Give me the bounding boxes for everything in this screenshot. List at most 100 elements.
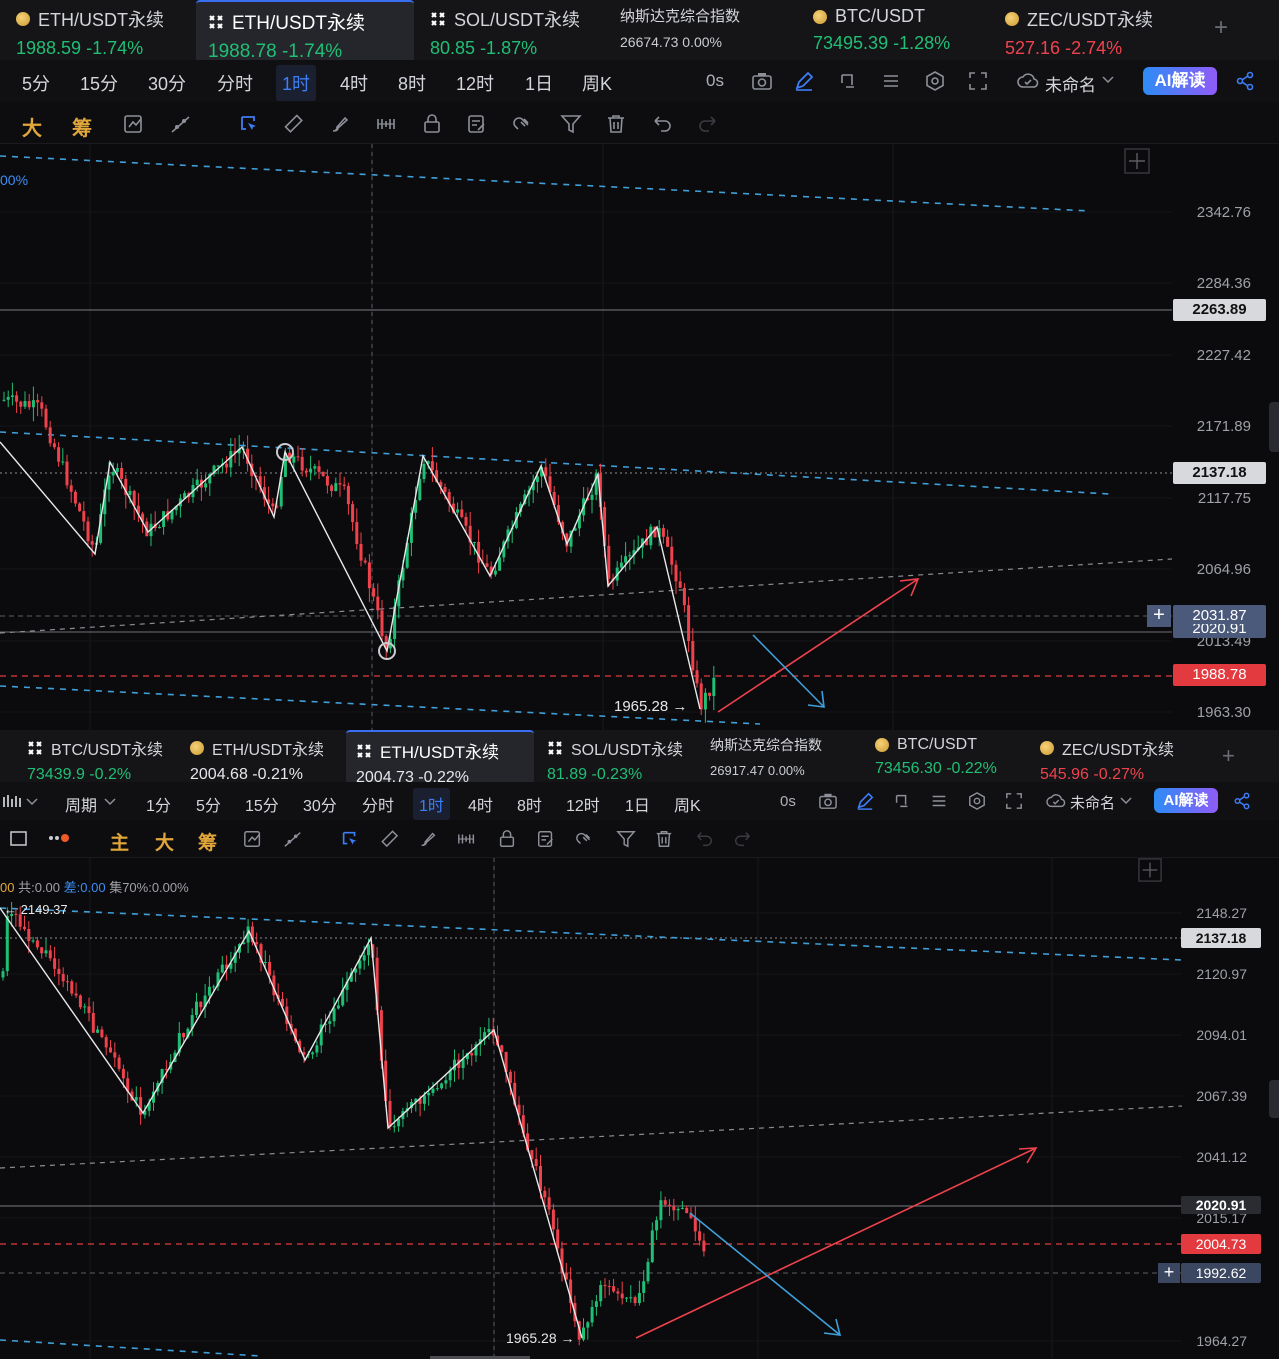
brush-icon[interactable] bbox=[329, 113, 351, 135]
gear-icon[interactable] bbox=[968, 792, 986, 810]
gear-icon[interactable] bbox=[925, 71, 945, 91]
timeframe-4h[interactable]: 4时 bbox=[340, 70, 368, 96]
side-panel-handle[interactable] bbox=[1269, 1080, 1279, 1118]
symbol-tab[interactable]: ETH/USDT永续 1988.59 -1.74% bbox=[16, 0, 191, 60]
list-settings-icon[interactable] bbox=[881, 71, 901, 91]
ruler-icon[interactable] bbox=[283, 113, 305, 135]
symbol-tab[interactable]: ZEC/USDT永续 527.16 -2.74% bbox=[1005, 0, 1185, 60]
ai-analysis-button[interactable]: AI解读 bbox=[1143, 67, 1217, 95]
symbol-tab-active[interactable]: ETH/USDT永续 2004.73 -0.22% bbox=[346, 730, 534, 786]
symbol-tab-active[interactable]: ETH/USDT永续 1988.78 -1.74% bbox=[196, 0, 414, 62]
list-settings-icon[interactable] bbox=[930, 792, 948, 810]
symbol-tab[interactable]: BTC/USDT 73456.30 -0.22% bbox=[875, 730, 1025, 782]
dots-more-icon[interactable] bbox=[48, 832, 72, 844]
pattern-icon[interactable] bbox=[456, 829, 478, 849]
undo-icon[interactable] bbox=[651, 113, 673, 135]
cloud-check-icon[interactable] bbox=[1017, 71, 1039, 91]
cursor-select-icon[interactable] bbox=[340, 829, 360, 849]
cursor-select-icon[interactable] bbox=[238, 113, 260, 135]
note-edit-icon[interactable] bbox=[466, 113, 488, 135]
edit-pen-icon[interactable] bbox=[794, 71, 814, 91]
trash-icon[interactable] bbox=[605, 113, 627, 135]
chevron-down-icon[interactable] bbox=[1102, 75, 1114, 85]
indicator-edit-icon[interactable] bbox=[122, 113, 146, 135]
symbol-tab[interactable]: 纳斯达克综合指数 26674.73 0.00% bbox=[620, 0, 800, 60]
timeframe-intraday[interactable]: 分时 bbox=[217, 70, 253, 96]
ruler-icon[interactable] bbox=[380, 829, 400, 849]
edit-pen-icon[interactable] bbox=[856, 792, 874, 810]
timeframe-intraday[interactable]: 分时 bbox=[362, 792, 394, 816]
filter-icon[interactable] bbox=[616, 829, 636, 849]
chart-type-icon[interactable] bbox=[2, 793, 22, 809]
share-icon[interactable] bbox=[1235, 71, 1255, 91]
symbol-tab[interactable]: BTC/USDT 73495.39 -1.28% bbox=[813, 0, 993, 60]
lock-icon[interactable] bbox=[497, 829, 517, 849]
magnet-icon[interactable] bbox=[512, 113, 534, 135]
timeframe-1h[interactable]: 1时 bbox=[276, 65, 317, 101]
lock-icon[interactable] bbox=[421, 113, 443, 135]
add-alert-button[interactable]: + bbox=[1147, 605, 1171, 627]
indicator-edit-icon[interactable] bbox=[242, 829, 264, 849]
period-selector[interactable]: 周期 bbox=[65, 792, 97, 816]
symbol-tab[interactable]: SOL/USDT永续 81.89 -0.23% bbox=[547, 730, 697, 783]
trash-icon[interactable] bbox=[654, 829, 674, 849]
crop-frame-icon[interactable] bbox=[893, 792, 911, 810]
share-icon[interactable] bbox=[1233, 792, 1251, 810]
side-panel-handle[interactable] bbox=[1269, 402, 1279, 452]
brush-icon[interactable] bbox=[418, 829, 438, 849]
timeframe-12h[interactable]: 12时 bbox=[566, 792, 600, 816]
timeframe-1h[interactable]: 1时 bbox=[413, 788, 450, 820]
symbol-tab[interactable]: SOL/USDT永续 80.85 -1.87% bbox=[430, 0, 610, 60]
symbol-tab[interactable]: ZEC/USDT永续 545.96 -0.27% bbox=[1040, 730, 1190, 783]
chevron-down-icon[interactable] bbox=[1120, 796, 1132, 806]
crop-frame-icon[interactable] bbox=[838, 71, 858, 91]
undo-icon[interactable] bbox=[694, 829, 714, 849]
trend-tools-icon[interactable] bbox=[282, 829, 304, 849]
chevron-down-icon[interactable] bbox=[104, 797, 116, 807]
timeframe-1d[interactable]: 1日 bbox=[525, 70, 553, 96]
timeframe-weekly[interactable]: 周K bbox=[582, 70, 612, 96]
layout-name[interactable]: 未命名 bbox=[1070, 792, 1115, 813]
pattern-icon[interactable] bbox=[375, 113, 399, 135]
candlestick-chart[interactable]: 00% 2342.76 2284.36 2227.42 2171.89 2117… bbox=[0, 144, 1279, 730]
candlestick-chart[interactable]: 00 共:0.00 差:0.00 集70%:0.00% 2148.27 2120… bbox=[0, 858, 1279, 1359]
timeframe-30m[interactable]: 30分 bbox=[148, 70, 186, 96]
chip-distribution-tool[interactable]: 筹 bbox=[72, 112, 92, 141]
trend-tools-icon[interactable] bbox=[169, 113, 193, 135]
collapse-chart-icon[interactable] bbox=[1124, 148, 1150, 174]
main-indicator-tool[interactable]: 主 bbox=[110, 828, 129, 855]
timeframe-weekly[interactable]: 周K bbox=[674, 792, 701, 816]
ai-analysis-button[interactable]: AI解读 bbox=[1154, 788, 1218, 813]
camera-icon[interactable] bbox=[818, 792, 838, 810]
filter-icon[interactable] bbox=[560, 113, 582, 135]
symbol-tab[interactable]: 纳斯达克综合指数 26917.47 0.00% bbox=[710, 730, 860, 782]
collapse-chart-icon[interactable] bbox=[1138, 858, 1162, 882]
add-tab-button[interactable]: + bbox=[1222, 743, 1235, 769]
timeframe-5m[interactable]: 5分 bbox=[22, 70, 50, 96]
symbol-tab[interactable]: BTC/USDT永续 73439.9 -0.2% bbox=[27, 730, 182, 783]
symbol-tab[interactable]: ETH/USDT永续 2004.68 -0.21% bbox=[190, 730, 340, 783]
timeframe-4h[interactable]: 4时 bbox=[468, 792, 493, 816]
camera-icon[interactable] bbox=[751, 71, 773, 91]
timeframe-1d[interactable]: 1日 bbox=[625, 792, 650, 816]
timeframe-30m[interactable]: 30分 bbox=[303, 792, 337, 816]
fullscreen-icon[interactable] bbox=[968, 71, 988, 91]
add-alert-button[interactable]: + bbox=[1158, 1263, 1180, 1283]
rectangle-tool-icon[interactable] bbox=[9, 830, 29, 848]
timeframe-12h[interactable]: 12时 bbox=[456, 70, 494, 96]
big-order-tool[interactable]: 大 bbox=[155, 828, 174, 855]
timeframe-8h[interactable]: 8时 bbox=[398, 70, 426, 96]
layout-name[interactable]: 未命名 bbox=[1045, 71, 1096, 96]
add-tab-button[interactable]: + bbox=[1214, 14, 1228, 42]
redo-icon[interactable] bbox=[733, 829, 753, 849]
chart-canvas[interactable] bbox=[0, 144, 1279, 730]
timeframe-15m[interactable]: 15分 bbox=[80, 70, 118, 96]
chip-distribution-tool[interactable]: 筹 bbox=[198, 828, 217, 855]
redo-icon[interactable] bbox=[697, 113, 719, 135]
timeframe-8h[interactable]: 8时 bbox=[517, 792, 542, 816]
magnet-icon[interactable] bbox=[575, 829, 595, 849]
timeframe-5m[interactable]: 5分 bbox=[196, 792, 221, 816]
big-order-tool[interactable]: 大 bbox=[22, 112, 42, 141]
cloud-check-icon[interactable] bbox=[1046, 792, 1066, 810]
chart-canvas[interactable] bbox=[0, 858, 1279, 1359]
